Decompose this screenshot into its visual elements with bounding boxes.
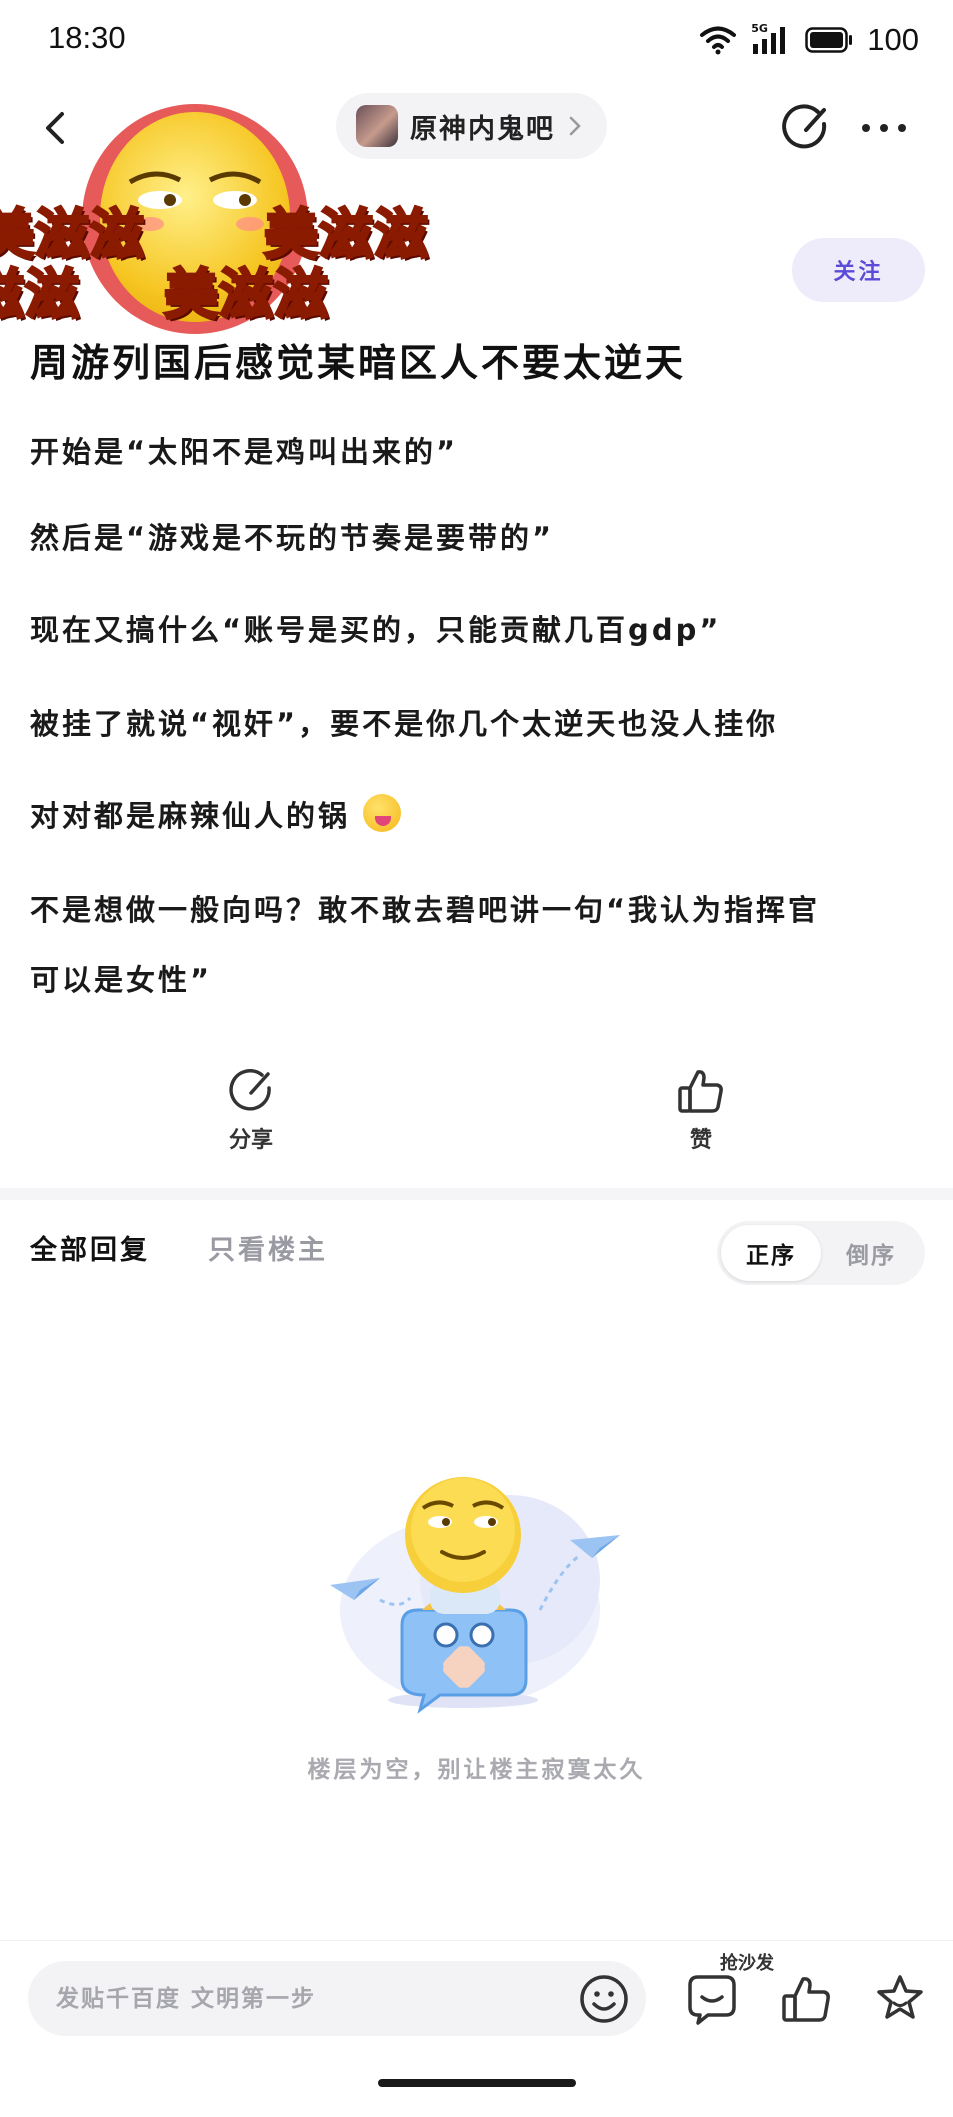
back-button[interactable]: [30, 100, 86, 156]
sort-ascending-button[interactable]: 正序: [721, 1225, 821, 1281]
share-icon: [229, 1069, 271, 1111]
post-line-3: 现在又搞什么“账号是买的，只能贡献几百gdp”: [30, 613, 722, 647]
bottom-comment-bar: 抢沙发: [0, 1940, 953, 2117]
forum-avatar: [356, 105, 398, 147]
favorite-button[interactable]: [872, 1971, 928, 2027]
forum-name: 原神内鬼吧: [410, 113, 555, 145]
post-line-7: 可以是女性”: [30, 963, 213, 997]
post-title: 周游列国后感觉某暗区人不要太逆天: [30, 341, 687, 385]
sort-descending-button[interactable]: 倒序: [821, 1225, 921, 1281]
share-label: 分享: [228, 1128, 273, 1153]
post-line-4: 被挂了就说“视奸”，要不是你几个太逆天也没人挂你: [30, 707, 779, 741]
empty-state-illustration: [320, 1460, 630, 1720]
thumbs-up-icon: [782, 1977, 830, 2022]
like-post-button[interactable]: 赞: [641, 1066, 761, 1154]
status-time: 18:30: [48, 20, 126, 55]
smiley-icon: [580, 1975, 628, 2023]
battery-level: 100: [867, 22, 919, 57]
like-label: 赞: [689, 1128, 712, 1153]
edit-icon: [782, 104, 827, 149]
bottom-like-button[interactable]: [778, 1971, 834, 2027]
chevron-left-icon: [46, 112, 64, 144]
sticker-text-1: 美滋滋: [0, 201, 146, 268]
edit-post-button[interactable]: [778, 100, 834, 156]
empty-state-text: 楼层为空，别让楼主寂寞太久: [307, 1757, 646, 1783]
post-line-5-wrap: 对对都是麻辣仙人的锅: [30, 782, 930, 850]
battery-icon: [805, 27, 853, 53]
post-line-6: 不是想做一般向吗？敢不敢去碧吧讲一句“我认为指挥官: [30, 893, 821, 927]
chevron-right-icon: [569, 116, 581, 136]
section-divider: [0, 1188, 953, 1200]
post-line-1: 开始是“太阳不是鸡叫出来的”: [30, 435, 459, 469]
reply-button[interactable]: [682, 1971, 742, 2027]
status-icons: 5G 100: [699, 18, 919, 62]
sticker-text-4: 美滋滋: [163, 261, 330, 328]
top-nav: 原神内鬼吧: [0, 88, 953, 168]
comment-input[interactable]: [28, 1961, 646, 2036]
thumbs-up-icon: [678, 1070, 723, 1113]
star-icon: [877, 1975, 923, 2019]
cellular-icon: 5G: [751, 22, 791, 56]
follow-button[interactable]: 关注: [792, 238, 925, 302]
post-line-2: 然后是“游戏是不玩的节奏是要带的”: [30, 521, 555, 555]
comment-bubble-icon: [688, 1975, 736, 2025]
more-dots-icon: [862, 124, 906, 132]
home-indicator: [378, 2079, 576, 2087]
emoji-button[interactable]: [578, 1973, 630, 2025]
share-button[interactable]: 分享: [191, 1066, 311, 1154]
wifi-icon: [700, 26, 737, 55]
tongue-emoji-icon: [363, 794, 402, 832]
status-bar: 18:30 5G 100: [0, 0, 953, 80]
more-button[interactable]: [856, 100, 912, 156]
sort-switch: 正序 倒序: [717, 1221, 925, 1285]
tab-only-op[interactable]: 只看楼主: [208, 1228, 328, 1267]
post-line-5: 对对都是麻辣仙人的锅: [30, 799, 351, 833]
sticker-text-3: 滋滋: [0, 261, 81, 328]
forum-link[interactable]: 原神内鬼吧: [336, 93, 607, 159]
tab-all-replies[interactable]: 全部回复: [30, 1228, 150, 1267]
sticker-text-2: 美滋滋: [263, 201, 430, 268]
